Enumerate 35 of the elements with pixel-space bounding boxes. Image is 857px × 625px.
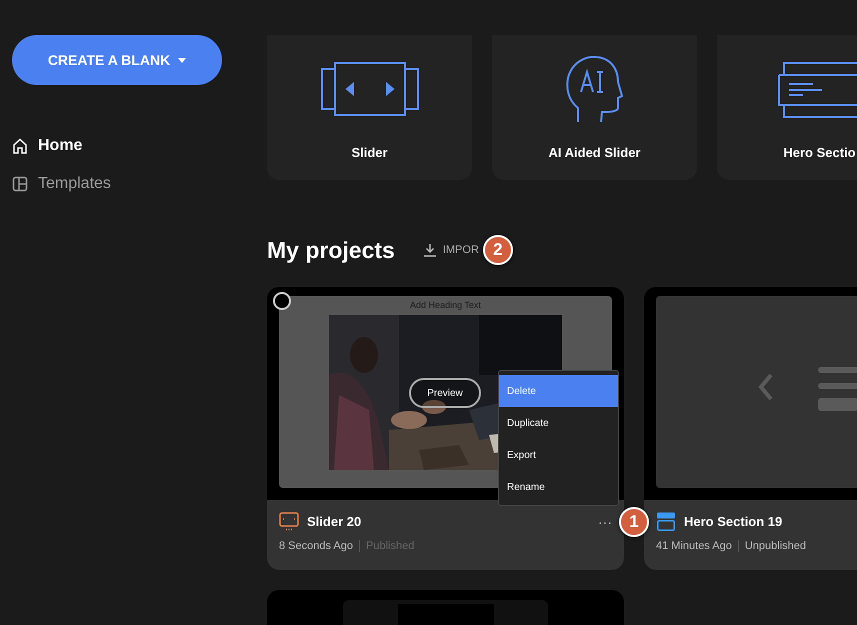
menu-item[interactable]: Duplicate: [499, 407, 618, 439]
home-icon: [12, 138, 28, 154]
modified-time: 8 Seconds Ago: [279, 540, 354, 552]
project-card[interactable]: Hero Section 19 41 Minutes Ago Unpublished: [644, 287, 857, 570]
caret-icon: [178, 58, 186, 62]
menu-item[interactable]: Delete: [499, 375, 618, 407]
modified-time: 41 Minutes Ago: [656, 540, 732, 552]
slider-icon: [279, 512, 299, 531]
menu-item[interactable]: Rename: [499, 471, 618, 503]
create-blank-button[interactable]: CREATE A BLANK: [12, 35, 222, 85]
more-button[interactable]: ···: [598, 514, 612, 530]
section-title: My projects: [267, 236, 395, 264]
publish-status: Unpublished: [744, 540, 806, 552]
sidebar-item[interactable]: Home: [12, 133, 267, 159]
preview-heading: Add Heading Text: [410, 300, 481, 312]
hero-section-icon: [656, 512, 676, 531]
preview-button[interactable]: Preview: [409, 378, 481, 408]
project-name: Hero Section 19: [684, 514, 782, 529]
menu-item[interactable]: Export: [499, 439, 618, 471]
project-name: Slider 20: [307, 514, 362, 529]
slider-icon: [320, 62, 418, 118]
sidebar-item[interactable]: Templates: [12, 171, 267, 197]
head-ai-icon: [566, 56, 624, 124]
template-label: Hero Sectio: [783, 145, 856, 160]
download-icon: [422, 243, 437, 257]
template-card[interactable]: Slider: [267, 35, 472, 180]
template-card[interactable]: Hero Sectio: [717, 35, 857, 180]
step-badge: 2: [482, 235, 513, 265]
hero-section-icon: [778, 62, 857, 118]
import-button[interactable]: IMPOR: [422, 243, 479, 257]
select-checkbox[interactable]: [273, 292, 291, 310]
template-label: Slider: [351, 145, 388, 160]
template-card[interactable]: AI Aided Slider: [492, 35, 697, 180]
layout-icon: [12, 176, 28, 192]
template-label: AI Aided Slider: [548, 145, 640, 160]
